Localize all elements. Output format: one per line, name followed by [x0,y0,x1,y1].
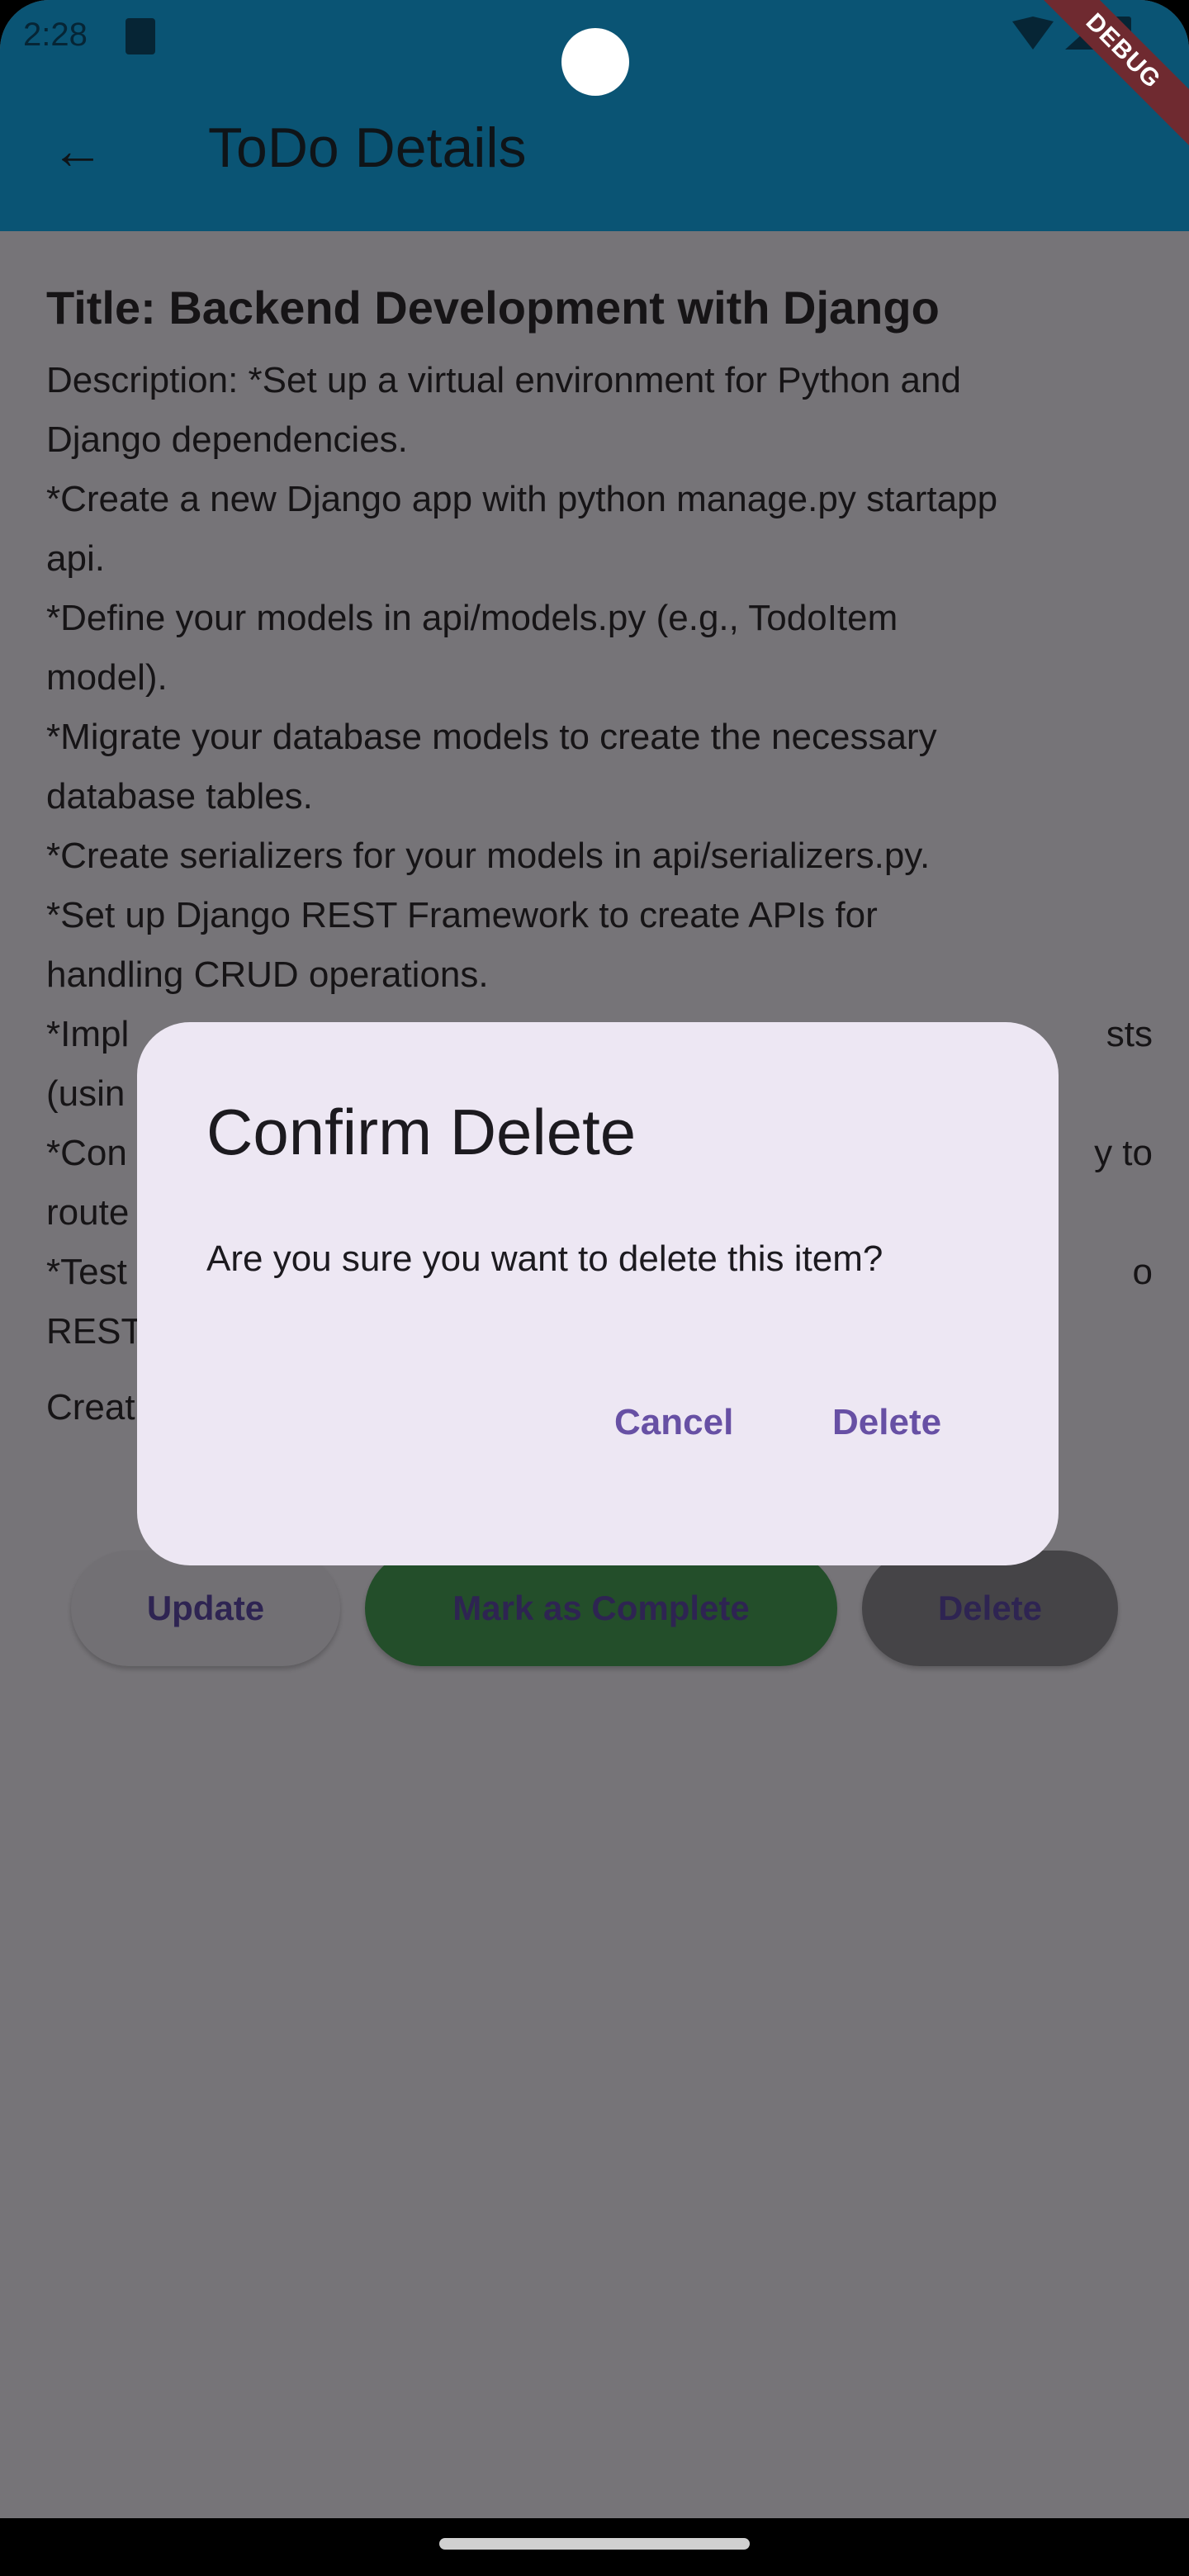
wifi-icon [1012,17,1054,50]
description-line: model). [46,648,1153,708]
update-button[interactable]: Update [71,1551,340,1666]
description-text: *Con [46,1133,127,1173]
description-text-right: sts [1106,1014,1153,1054]
description-line: Django dependencies. [46,410,1153,470]
description-text: Django dependencies. [46,419,408,460]
description-line: api. [46,529,1153,589]
description-line: *Create a new Django app with python man… [46,470,1153,529]
page-title: ToDo Details [208,116,527,179]
camera-cutout [561,28,629,96]
description-text: *Set up Django REST Framework to create … [46,895,878,935]
description-line: *Define your models in api/models.py (e.… [46,589,1153,648]
description-text: *Create a new Django app with python man… [46,479,998,519]
description-text: REST [46,1311,144,1352]
description-line: *Set up Django REST Framework to create … [46,886,1153,945]
description-line: *Create serializers for your models in a… [46,826,1153,886]
confirm-delete-button[interactable]: Delete [832,1402,941,1443]
dialog-message: Are you sure you want to delete this ite… [206,1238,883,1279]
status-time: 2:28 [23,17,88,53]
cancel-button[interactable]: Cancel [614,1402,733,1443]
description-text: *Impl [46,1014,130,1054]
todo-title: Title: Backend Development with Django [46,282,940,334]
description-text: *Define your models in api/models.py (e.… [46,598,898,638]
description-line: handling CRUD operations. [46,945,1153,1005]
action-buttons: Update Mark as Complete Delete [0,1551,1189,1666]
screen: 2:28 ← ToDo Details DEBUG Title: Backend… [0,0,1189,2576]
confirm-delete-dialog: Confirm Delete Are you sure you want to … [137,1022,1059,1565]
description-line: database tables. [46,767,1153,826]
back-arrow-icon[interactable]: ← [51,124,104,177]
description-text: route [46,1192,130,1233]
dialog-title: Confirm Delete [206,1096,637,1168]
description-text-right: o [1132,1252,1153,1292]
description-line: Description: *Set up a virtual environme… [46,351,1153,410]
delete-button[interactable]: Delete [862,1551,1118,1666]
home-handle[interactable] [439,2538,750,2550]
description-text: handling CRUD operations. [46,954,489,995]
description-text: (usin [46,1073,126,1114]
app-bar: 2:28 ← ToDo Details DEBUG [0,0,1189,231]
description-text: database tables. [46,776,313,817]
sd-card-icon [126,18,155,54]
description-line: *Migrate your database models to create … [46,708,1153,767]
description-text: api. [46,538,105,579]
description-text: *Test [46,1252,127,1292]
description-text-right: y to [1094,1133,1153,1173]
description-text: *Migrate your database models to create … [46,717,937,757]
description-text: *Create serializers for your models in a… [46,836,931,876]
description-text: model). [46,657,168,698]
description-text: Description: *Set up a virtual environme… [46,360,961,400]
mark-complete-button[interactable]: Mark as Complete [365,1551,837,1666]
